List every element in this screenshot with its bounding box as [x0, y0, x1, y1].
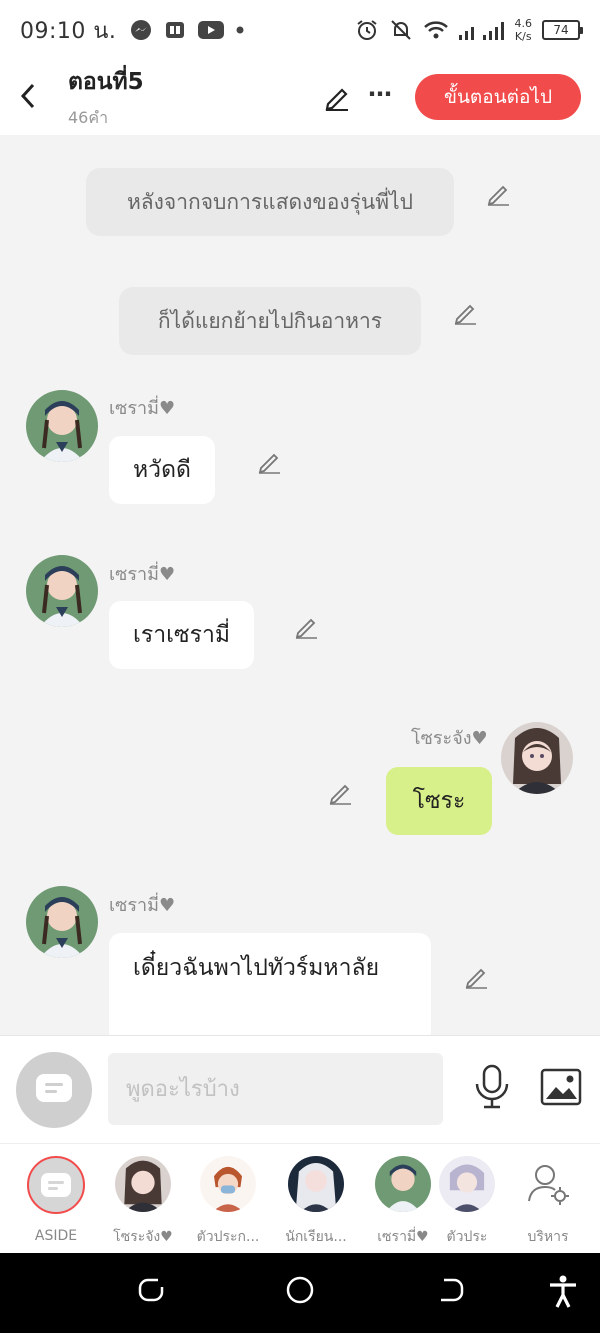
character-label: ASIDE: [34, 1228, 78, 1244]
signal-icon: [458, 19, 505, 41]
avatar: [200, 1156, 256, 1212]
mute-icon: [389, 18, 413, 42]
battery-icon: 74: [542, 20, 583, 40]
message-text: หวัดดี: [133, 457, 191, 483]
avatar-cerami[interactable]: [26, 390, 98, 462]
status-time: 09:10 น.: [20, 18, 117, 44]
image-icon: [540, 1068, 582, 1110]
aside-toggle-button[interactable]: [16, 1052, 92, 1128]
manage-characters-button[interactable]: บริหาร: [508, 1156, 588, 1248]
avatar-sora[interactable]: [501, 722, 573, 794]
character-extra-1[interactable]: ตัวประก...: [188, 1156, 268, 1248]
avatar-cerami[interactable]: [26, 555, 98, 627]
home-button[interactable]: [285, 1275, 315, 1309]
character-extra-2[interactable]: ตัวประ: [438, 1156, 518, 1248]
chat-area[interactable]: หลังจากจบการแสดงของรุ่นพี่ไป ก็ได้แยกย้า…: [0, 135, 600, 1035]
back-icon: [19, 82, 37, 114]
avatar: [288, 1156, 344, 1212]
network-speed: 4.6 K/s: [514, 17, 533, 43]
avatar: [115, 1156, 171, 1212]
next-step-button[interactable]: ขั้นตอนต่อไป: [415, 74, 581, 120]
message-text: เดี๋ยวฉันพาไปทัวร์มหาลัย: [133, 955, 380, 981]
system-navbar: [0, 1253, 600, 1333]
more-icon: ⋯: [368, 80, 393, 108]
avatar: [439, 1156, 495, 1212]
character-sora[interactable]: โซระจัง♥: [103, 1156, 183, 1248]
sender-name: เซรามี่♥: [109, 398, 176, 419]
narration-text: ก็ได้แยกย้ายไปกินอาหาร: [157, 308, 383, 333]
sender-name: เซรามี่♥: [109, 895, 176, 916]
message-bubble[interactable]: เดี๋ยวฉันพาไปทัวร์มหาลัย: [109, 933, 431, 1035]
edit-icon[interactable]: [256, 448, 284, 476]
edit-icon: [322, 88, 352, 116]
mic-icon: [472, 1064, 512, 1114]
character-label: โซระจัง♥: [113, 1229, 173, 1245]
edit-icon[interactable]: [463, 963, 491, 991]
message-bubble[interactable]: หวัดดี: [109, 436, 215, 504]
avatar-cerami[interactable]: [26, 886, 98, 958]
back-button[interactable]: [0, 60, 56, 135]
app-icon: [164, 19, 186, 41]
alarm-icon: [355, 18, 379, 42]
edit-icon[interactable]: [485, 180, 513, 208]
wifi-icon: [423, 19, 449, 41]
page-title: ตอนที่5: [68, 69, 144, 95]
aside-icon: [35, 1073, 73, 1107]
word-count: 46คำ: [68, 108, 109, 127]
character-label: ตัวประก...: [196, 1229, 260, 1245]
message-input[interactable]: [108, 1053, 443, 1125]
notification-dot-icon: [236, 26, 244, 34]
aside-avatar: [27, 1156, 85, 1214]
character-aside[interactable]: ASIDE: [16, 1156, 96, 1244]
sender-name: เซรามี่♥: [109, 564, 176, 585]
character-student[interactable]: นักเรียน...: [276, 1156, 356, 1248]
character-label: นักเรียน...: [285, 1229, 347, 1245]
message-bubble[interactable]: โซระ: [386, 767, 492, 835]
avatar: [375, 1156, 431, 1212]
narration-message[interactable]: ก็ได้แยกย้ายไปกินอาหาร: [119, 287, 421, 355]
message-text: เราเซรามี่: [133, 622, 231, 648]
character-cerami[interactable]: เซรามี่♥: [363, 1156, 443, 1248]
character-label: บริหาร: [527, 1229, 569, 1245]
edit-title-button[interactable]: [322, 82, 352, 116]
image-button[interactable]: [540, 1068, 582, 1110]
character-label: เซรามี่♥: [377, 1229, 429, 1245]
back-nav-button[interactable]: [436, 1275, 466, 1309]
episode-header: ตอนที่5 46คำ ⋯ ขั้นตอนต่อไป: [0, 60, 600, 135]
messenger-icon: [130, 19, 152, 41]
edit-icon[interactable]: [293, 613, 321, 641]
accessibility-icon: [550, 1275, 576, 1308]
mic-button[interactable]: [472, 1064, 512, 1114]
more-button[interactable]: ⋯: [368, 80, 393, 108]
edit-icon[interactable]: [452, 299, 480, 327]
recents-icon: [138, 1278, 164, 1302]
recents-button[interactable]: [136, 1275, 166, 1309]
message-text: โซระ: [412, 788, 466, 814]
character-label: ตัวประ: [446, 1229, 488, 1245]
accessibility-button[interactable]: [548, 1275, 578, 1313]
narration-text: หลังจากจบการแสดงของรุ่นพี่ไป: [126, 189, 414, 214]
back-nav-icon: [441, 1278, 464, 1302]
edit-icon[interactable]: [327, 779, 355, 807]
narration-message[interactable]: หลังจากจบการแสดงของรุ่นพี่ไป: [86, 168, 454, 236]
status-bar: 09:10 น. 4.6 K/s 74: [0, 0, 600, 60]
youtube-icon: [198, 20, 225, 40]
message-bubble[interactable]: เราเซรามี่: [109, 601, 255, 669]
home-icon: [286, 1276, 314, 1304]
manage-icon: [520, 1156, 576, 1212]
character-strip: ASIDE โซระจัง♥ ตัวประก... นักเรียน... เซ…: [0, 1143, 600, 1253]
sender-name: โซระจัง♥: [411, 728, 488, 749]
message-input-bar: [0, 1035, 600, 1143]
